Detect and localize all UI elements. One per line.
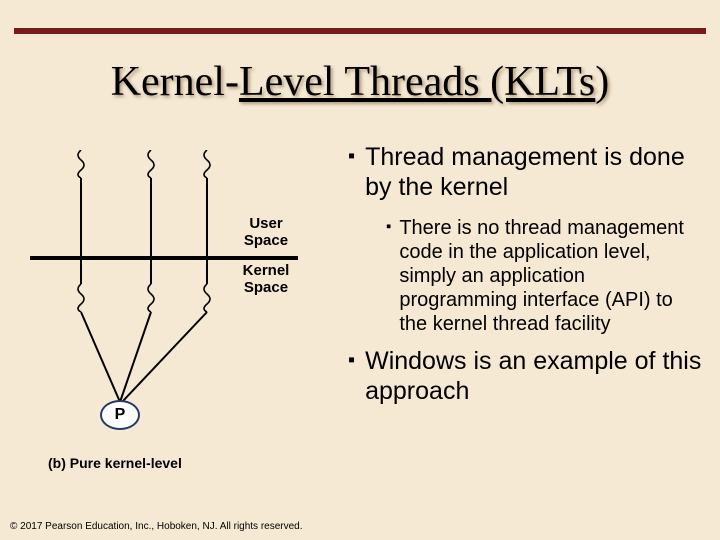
diagram-caption: (b) Pure kernel-level — [48, 455, 182, 471]
thread-line — [150, 260, 152, 284]
title-part-a: Kernel- — [111, 59, 239, 105]
kernel-space-label: Kernel Space — [236, 262, 296, 296]
kernel-space-text-2: Space — [236, 279, 296, 296]
title-part-c: ) — [595, 59, 609, 105]
copyright-footer: © 2017 Pearson Education, Inc., Hoboken,… — [10, 521, 303, 532]
bullet-level-1: ▪ Thread management is done by the kerne… — [352, 142, 702, 202]
top-rule — [14, 28, 706, 34]
kernel-thread-icon — [74, 284, 88, 312]
thread-line — [150, 178, 152, 256]
slide-title: Kernel-Level Threads (KLTs) — [0, 58, 720, 106]
bullet-text: Windows is an example of this approach — [365, 346, 702, 406]
process-node: P — [100, 400, 140, 430]
user-space-text-2: Space — [236, 232, 296, 249]
space-divider — [30, 256, 298, 260]
user-thread-icon — [144, 150, 158, 178]
bullet-text: Thread management is done by the kernel — [365, 142, 702, 202]
bullet-text: There is no thread management code in th… — [399, 216, 702, 336]
bullet-list: ▪ Thread management is done by the kerne… — [352, 142, 702, 420]
user-thread-icon — [200, 150, 214, 178]
process-label: P — [115, 406, 126, 424]
bullet-square-icon: ▪ — [348, 346, 355, 406]
thread-line — [80, 260, 82, 284]
bullet-level-2: ▪ There is no thread management code in … — [386, 216, 702, 336]
converge-lines — [30, 310, 230, 410]
user-space-label: User Space — [236, 215, 296, 249]
bullet-level-1: ▪ Windows is an example of this approach — [352, 346, 702, 406]
kernel-thread-icon — [144, 284, 158, 312]
user-thread-icon — [74, 150, 88, 178]
title-underline: Level Threads (KLTs — [239, 59, 595, 105]
thread-line — [206, 260, 208, 284]
bullet-square-icon: ▪ — [348, 142, 355, 202]
kernel-space-text-1: Kernel — [236, 262, 296, 279]
thread-line — [206, 178, 208, 256]
user-space-text-1: User — [236, 215, 296, 232]
kernel-thread-icon — [200, 284, 214, 312]
bullet-square-icon: ▪ — [386, 216, 391, 336]
thread-line — [80, 178, 82, 256]
thread-diagram: User Space Kernel Space P (b) Pure kerne… — [30, 150, 330, 490]
